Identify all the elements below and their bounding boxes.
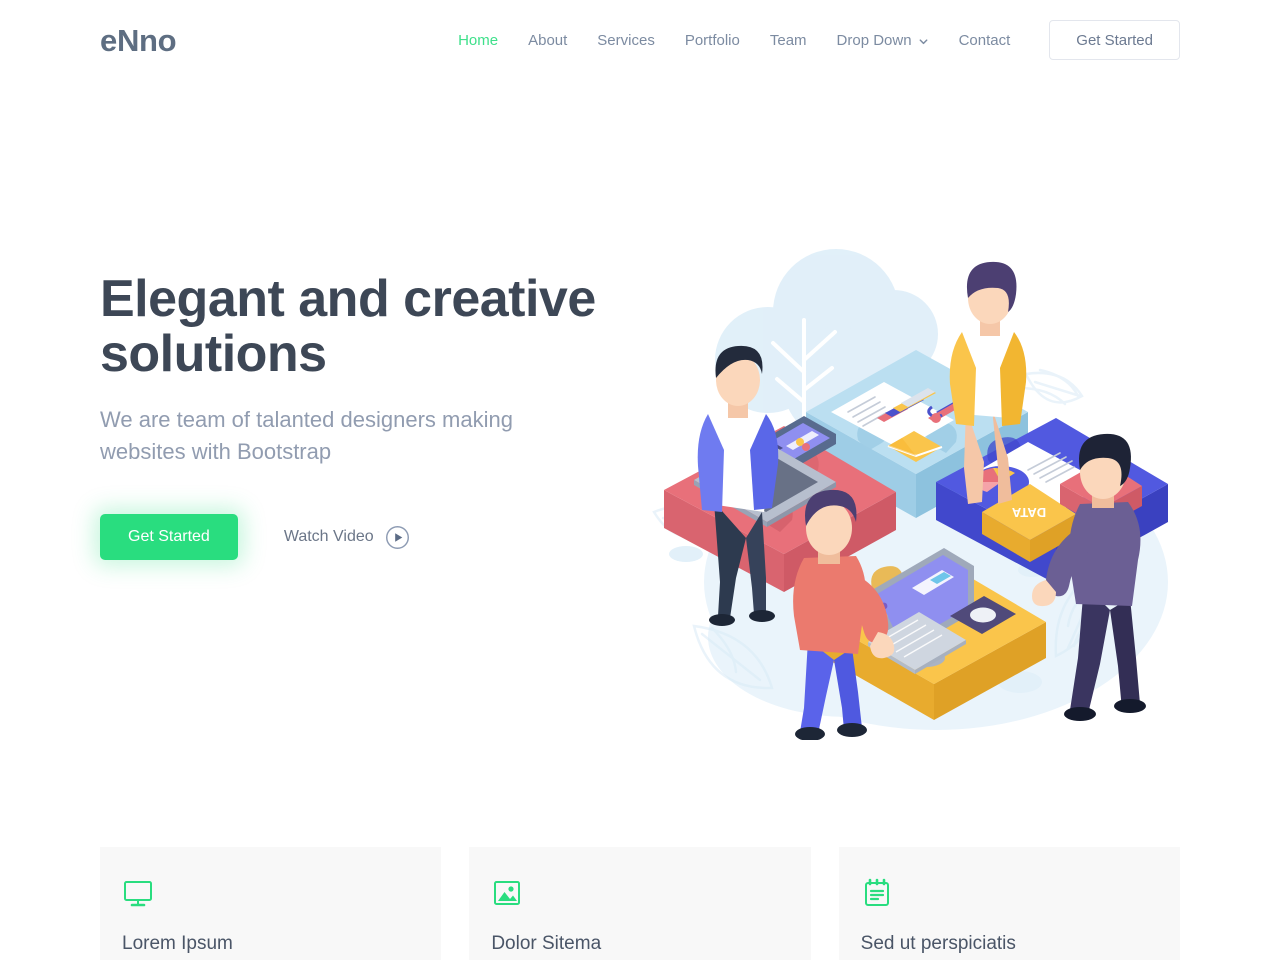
feature-title-1: Lorem Ipsum xyxy=(122,933,233,954)
feature-title-2: Dolor Sitema xyxy=(491,933,602,954)
monitor-icon xyxy=(122,877,154,909)
hero-title-line-2: solutions xyxy=(100,325,327,384)
nav-list: Home About Services Portfolio Team Drop … xyxy=(443,22,1025,59)
main-navigation: Home About Services Portfolio Team Drop … xyxy=(443,20,1180,60)
hero-actions: Get Started Watch Video xyxy=(100,514,620,560)
nav-link-home[interactable]: Home xyxy=(443,22,513,59)
nav-link-team[interactable]: Team xyxy=(755,22,822,59)
nav-item-team: Team xyxy=(755,22,822,59)
data-label-yellow: DATA xyxy=(1011,505,1046,520)
nav-item-contact: Contact xyxy=(944,22,1026,59)
feature-title-3: Sed ut perspiciatis xyxy=(860,933,1016,954)
hero-subtitle-line-2: websites with Bootstrap xyxy=(100,439,332,465)
nav-item-home: Home xyxy=(443,22,513,59)
hero-title-line-1: Elegant and creative xyxy=(100,270,596,328)
chevron-down-icon xyxy=(918,36,929,47)
nav-link-services[interactable]: Services xyxy=(582,22,670,59)
nav-item-dropdown: Drop Down xyxy=(822,22,944,59)
play-circle-icon xyxy=(385,525,410,550)
feature-card-1[interactable]: Lorem Ipsum Voluptatum deleniti atque co… xyxy=(100,847,442,960)
hero-copy: Elegant and creative solutions We are te… xyxy=(100,80,620,560)
nav-item-services: Services xyxy=(582,22,670,59)
nav-link-about[interactable]: About xyxy=(513,22,582,59)
hero-subtitle: We are team of talanted designers making… xyxy=(100,404,620,468)
header-get-started-button[interactable]: Get Started xyxy=(1049,20,1180,60)
clipboard-notes-icon xyxy=(861,877,893,909)
nav-link-portfolio[interactable]: Portfolio xyxy=(670,22,755,59)
image-icon xyxy=(491,877,523,909)
hero-section: Elegant and creative solutions We are te… xyxy=(0,80,1280,960)
nav-link-dropdown-label: Drop Down xyxy=(836,31,912,49)
site-logo[interactable]: eNno xyxy=(100,25,177,56)
feature-cards: Lorem Ipsum Voluptatum deleniti atque co… xyxy=(0,847,1280,960)
nav-item-about: About xyxy=(513,22,582,59)
hero-title: Elegant and creative solutions xyxy=(100,270,620,384)
hero-subtitle-line-1: We are team of talanted designers making xyxy=(100,407,513,433)
nav-link-dropdown[interactable]: Drop Down xyxy=(822,22,944,59)
hero-get-started-button[interactable]: Get Started xyxy=(100,514,238,560)
nav-item-portfolio: Portfolio xyxy=(670,22,755,59)
hero-illustration: DATA DATA xyxy=(636,212,1206,740)
feature-card-3[interactable]: Sed ut perspiciatis Duis aute irure dolo… xyxy=(838,847,1180,960)
feature-card-2[interactable]: Dolor Sitema Minim veniam, quis nostrud … xyxy=(469,847,811,960)
nav-link-contact[interactable]: Contact xyxy=(944,22,1026,59)
watch-video-label: Watch Video xyxy=(283,528,374,545)
watch-video-link[interactable]: Watch Video xyxy=(284,525,410,550)
site-header: eNno Home About Services Portfolio Team … xyxy=(0,0,1280,80)
